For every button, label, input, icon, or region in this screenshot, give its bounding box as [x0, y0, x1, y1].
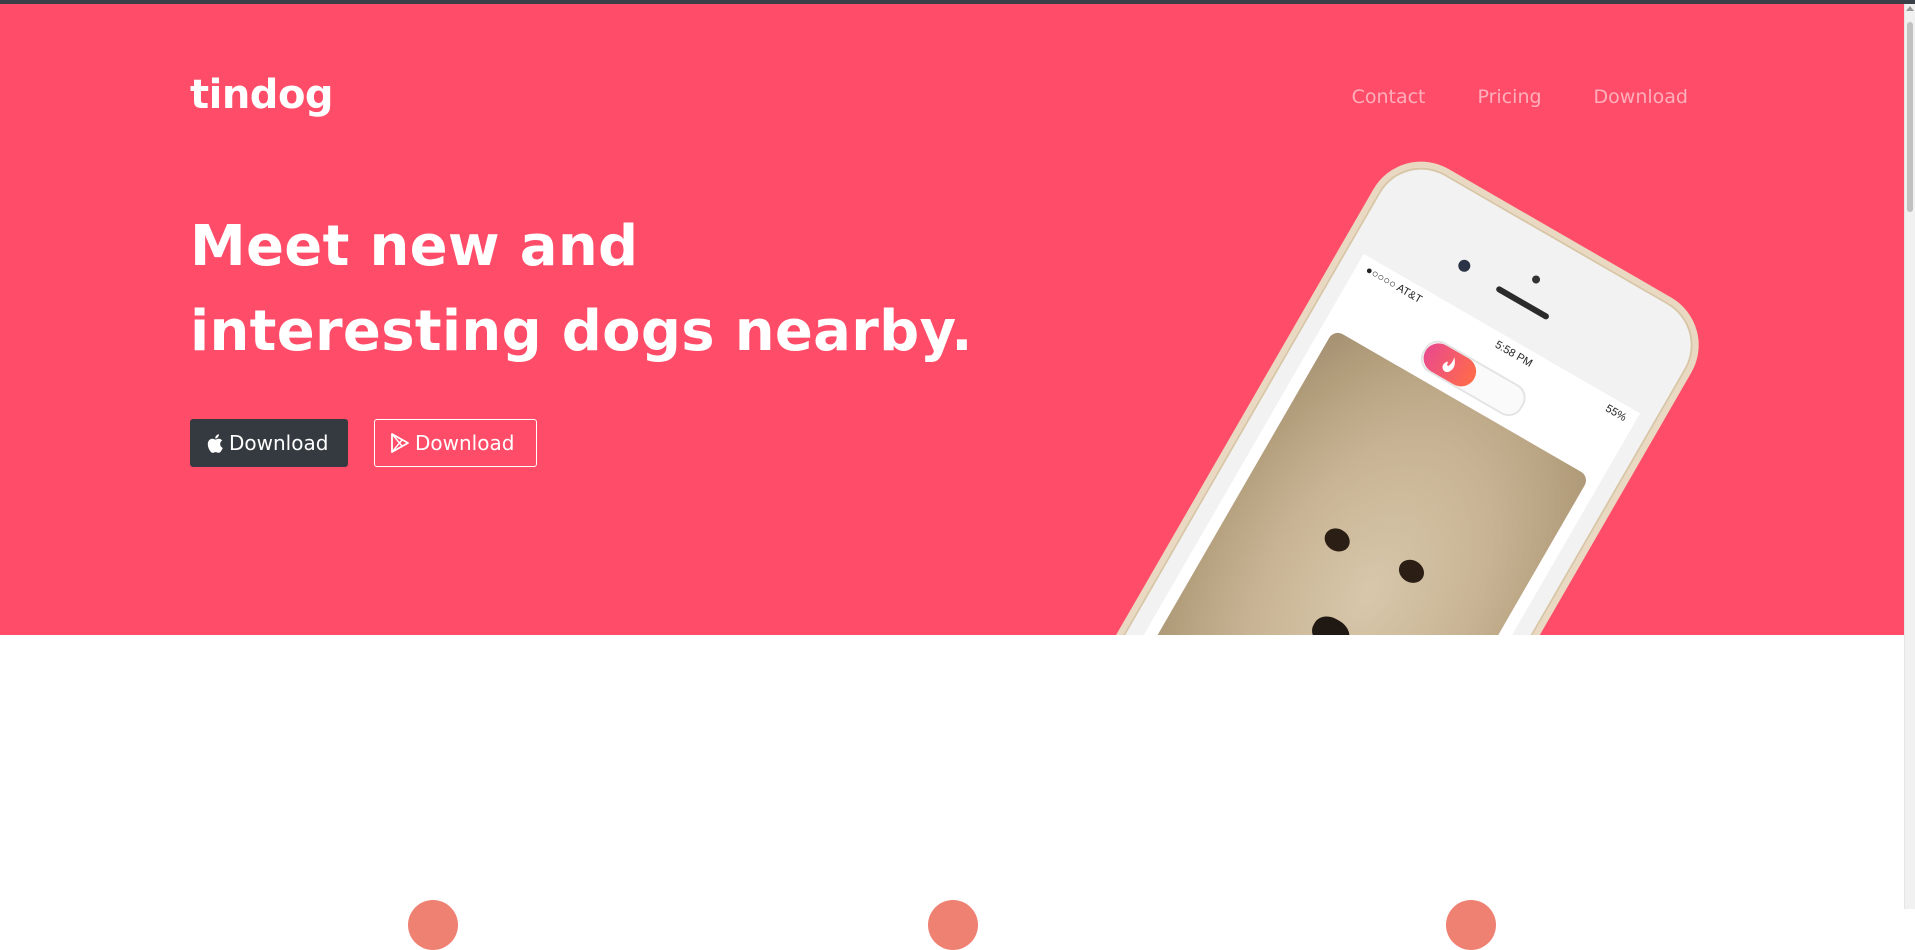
- battery-text: 55%: [1603, 402, 1629, 425]
- nav-link-download[interactable]: Download: [1594, 86, 1688, 108]
- dog-eye-left: [1320, 523, 1354, 556]
- scroll-thumb[interactable]: [1907, 22, 1913, 212]
- headline-line-2: interesting dogs nearby.: [190, 299, 973, 364]
- phone-camera: [1456, 257, 1473, 274]
- features-section: [0, 635, 1905, 950]
- phone-speaker: [1495, 285, 1551, 321]
- nav-link-contact[interactable]: Contact: [1352, 86, 1426, 108]
- phone-sensor: [1530, 274, 1542, 285]
- main-nav: Contact Pricing Download: [1352, 86, 1688, 108]
- dog-photo-card: [1099, 329, 1590, 635]
- feature-icon-3: [1446, 900, 1496, 950]
- iphone-frame: ●○○○○ AT&T 5:58 PM 55%: [1034, 141, 1719, 635]
- download-google-label: Download: [415, 431, 515, 455]
- dog-eye-right: [1394, 555, 1429, 588]
- carrier-text: ●○○○○ AT&T: [1363, 264, 1424, 307]
- time-text: 5:58 PM: [1492, 338, 1535, 370]
- feature-icon-1: [408, 900, 458, 950]
- feature-icon-2: [928, 900, 978, 950]
- apple-icon: [207, 433, 223, 453]
- page-scrollbar[interactable]: [1904, 4, 1915, 909]
- download-apple-button[interactable]: Download: [190, 419, 348, 467]
- nav-link-pricing[interactable]: Pricing: [1478, 86, 1542, 108]
- download-google-button[interactable]: Download: [374, 419, 537, 467]
- dog-nose: [1306, 610, 1355, 635]
- phone-mockup: ●○○○○ AT&T 5:58 PM 55%: [1034, 141, 1719, 635]
- google-play-icon: [391, 433, 409, 453]
- title-section: tindog Contact Pricing Download Meet new…: [0, 4, 1905, 635]
- brand-logo[interactable]: tindog: [190, 72, 334, 118]
- hero-headline: Meet new and interesting dogs nearby.: [190, 204, 973, 374]
- scroll-up-arrow-icon[interactable]: [1906, 6, 1914, 11]
- download-apple-label: Download: [229, 431, 329, 455]
- headline-line-1: Meet new and: [190, 214, 639, 279]
- phone-screen: ●○○○○ AT&T 5:58 PM 55%: [1083, 253, 1641, 635]
